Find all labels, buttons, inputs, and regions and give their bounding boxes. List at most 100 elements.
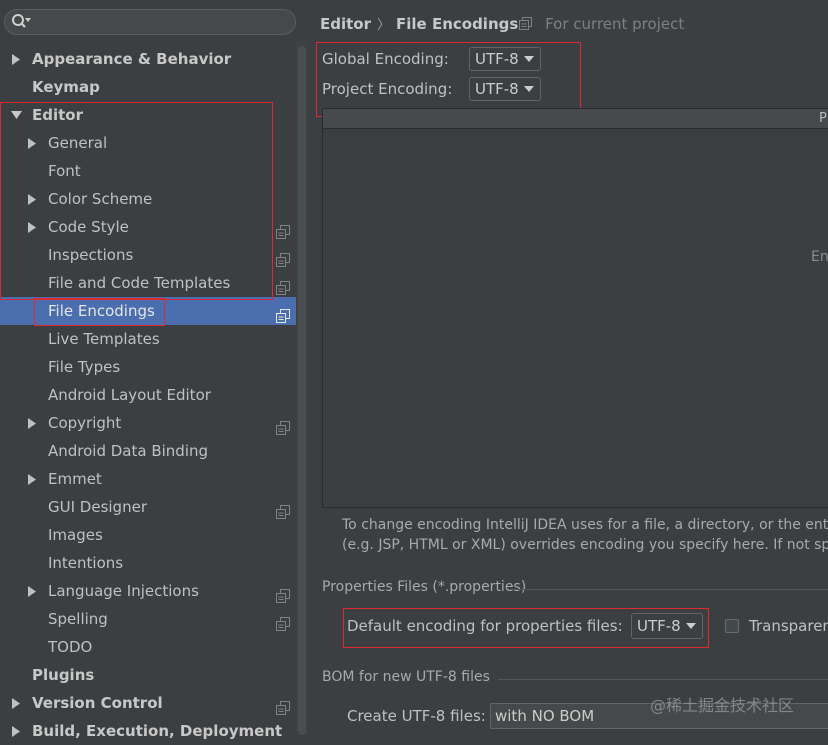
expand-right-icon[interactable] — [11, 45, 23, 73]
expand-right-icon[interactable] — [27, 409, 39, 437]
watermark: @稀土掘金技术社区 — [650, 696, 795, 715]
sidebar-item-label: GUI Designer — [48, 498, 147, 516]
global-encoding-value: UTF-8 — [475, 50, 519, 68]
sidebar-item-label: Intentions — [48, 554, 124, 572]
project-scope-icon — [519, 17, 532, 30]
properties-encoding-label: Default encoding for properties files: — [347, 617, 623, 635]
sidebar-item-label: Inspections — [48, 246, 134, 264]
chevron-down-icon — [524, 86, 534, 92]
sidebar-item-label: File Types — [48, 358, 121, 376]
table-header[interactable]: P — [323, 109, 828, 129]
help-text-line-2: (e.g. JSP, HTML or XML) overrides encodi… — [342, 537, 828, 553]
sidebar-item-label: Copyright — [48, 414, 122, 432]
sidebar-item-label: Live Templates — [48, 330, 160, 348]
expand-right-icon[interactable] — [27, 129, 39, 157]
project-scope-icon — [276, 304, 290, 323]
properties-encoding-select[interactable]: UTF-8 — [631, 613, 703, 639]
sidebar-item-version-control[interactable]: Version Control — [0, 689, 296, 717]
sidebar-item-copyright[interactable]: Copyright — [0, 409, 296, 437]
project-scope-icon — [276, 416, 290, 435]
expand-right-icon[interactable] — [27, 577, 39, 605]
sidebar-item-label: Editor — [32, 106, 83, 124]
transparent-conversion-label[interactable]: Transparen — [749, 617, 828, 635]
sidebar-item-todo[interactable]: TODO — [0, 633, 296, 661]
sidebar-item-general[interactable]: General — [0, 129, 296, 157]
sidebar-item-plugins[interactable]: Plugins — [0, 661, 296, 689]
global-encoding-select[interactable]: UTF-8 — [469, 47, 541, 71]
scope-label: For current project — [545, 15, 685, 33]
breadcrumb-parent[interactable]: Editor — [320, 15, 371, 33]
expand-right-icon[interactable] — [27, 465, 39, 493]
sidebar-scrollbar-thumb[interactable] — [298, 46, 306, 735]
sidebar-item-label: Images — [48, 526, 103, 544]
settings-search-input[interactable] — [4, 9, 296, 35]
project-scope-icon — [276, 696, 290, 715]
expand-right-icon[interactable] — [27, 213, 39, 241]
breadcrumb: Editor 〉 File Encodings For current projec… — [320, 12, 684, 36]
sidebar-item-label: Android Layout Editor — [48, 386, 211, 404]
sidebar-item-label: Android Data Binding — [48, 442, 209, 460]
table-header-path[interactable]: P — [819, 109, 827, 128]
search-icon — [12, 14, 31, 28]
path-encoding-table[interactable]: P En — [322, 108, 828, 508]
sidebar-item-label: Version Control — [32, 694, 163, 712]
settings-sidebar: Appearance & Behavior Keymap Editor General… — [0, 0, 308, 740]
sidebar-item-editor[interactable]: Editor — [0, 101, 296, 129]
properties-encoding-value: UTF-8 — [637, 617, 681, 635]
sidebar-item-appearance-behavior[interactable]: Appearance & Behavior — [0, 45, 296, 73]
project-scope-icon — [276, 276, 290, 295]
transparent-conversion-checkbox[interactable] — [725, 619, 739, 633]
sidebar-item-emmet[interactable]: Emmet — [0, 465, 296, 493]
sidebar-item-file-and-code-templates[interactable]: File and Code Templates — [0, 269, 296, 297]
sidebar-item-spelling[interactable]: Spelling — [0, 605, 296, 633]
sidebar-item-images[interactable]: Images — [0, 521, 296, 549]
create-utf8-value: with NO BOM — [495, 707, 595, 725]
sidebar-item-gui-designer[interactable]: GUI Designer — [0, 493, 296, 521]
sidebar-item-code-style[interactable]: Code Style — [0, 213, 296, 241]
sidebar-item-label: TODO — [48, 638, 93, 656]
sidebar-item-color-scheme[interactable]: Color Scheme — [0, 185, 296, 213]
sidebar-item-label: Emmet — [48, 470, 102, 488]
expand-down-icon[interactable] — [11, 101, 23, 129]
help-text-line-1: To change encoding IntelliJ IDEA uses fo… — [342, 517, 828, 533]
sidebar-item-label: Appearance & Behavior — [32, 50, 232, 68]
sidebar-item-label: Plugins — [32, 666, 95, 684]
project-scope-icon — [276, 612, 290, 631]
breadcrumb-current: File Encodings — [396, 15, 519, 33]
sidebar-item-android-layout-editor[interactable]: Android Layout Editor — [0, 381, 296, 409]
global-encoding-label: Global Encoding: — [322, 50, 449, 68]
project-encoding-value: UTF-8 — [475, 80, 519, 98]
properties-section-divider — [518, 589, 828, 590]
bom-section-divider — [498, 679, 828, 680]
sidebar-item-file-types[interactable]: File Types — [0, 353, 296, 381]
sidebar-item-label: Spelling — [48, 610, 108, 628]
expand-right-icon[interactable] — [11, 689, 23, 717]
expand-right-icon[interactable] — [11, 717, 23, 745]
sidebar-item-label: File and Code Templates — [48, 274, 231, 292]
sidebar-item-label: File Encodings — [48, 302, 155, 320]
sidebar-item-label: Build, Execution, Deployment — [32, 722, 283, 740]
sidebar-item-label: Font — [48, 162, 81, 180]
project-scope-icon — [276, 500, 290, 519]
sidebar-item-build-execution-deployment[interactable]: Build, Execution, Deployment — [0, 717, 296, 745]
sidebar-item-android-data-binding[interactable]: Android Data Binding — [0, 437, 296, 465]
sidebar-item-label: General — [48, 134, 108, 152]
sidebar-item-inspections[interactable]: Inspections — [0, 241, 296, 269]
sidebar-item-language-injections[interactable]: Language Injections — [0, 577, 296, 605]
expand-right-icon[interactable] — [27, 185, 39, 213]
sidebar-item-file-encodings[interactable]: File Encodings — [0, 297, 308, 325]
table-empty-text: En — [811, 249, 828, 265]
sidebar-item-keymap[interactable]: Keymap — [0, 73, 296, 101]
project-encoding-label: Project Encoding: — [322, 80, 453, 98]
properties-section-title: Properties Files (*.properties) — [322, 579, 527, 595]
sidebar-item-intentions[interactable]: Intentions — [0, 549, 296, 577]
create-utf8-label: Create UTF-8 files: — [347, 707, 486, 725]
chevron-down-icon — [686, 623, 696, 629]
project-scope-icon — [276, 248, 290, 267]
sidebar-item-label: Color Scheme — [48, 190, 153, 208]
sidebar-item-label: Keymap — [32, 78, 100, 96]
sidebar-item-live-templates[interactable]: Live Templates — [0, 325, 296, 353]
project-encoding-select[interactable]: UTF-8 — [469, 77, 541, 101]
file-encodings-panel: Editor 〉 File Encodings For current projec… — [308, 0, 828, 735]
sidebar-item-font[interactable]: Font — [0, 157, 296, 185]
